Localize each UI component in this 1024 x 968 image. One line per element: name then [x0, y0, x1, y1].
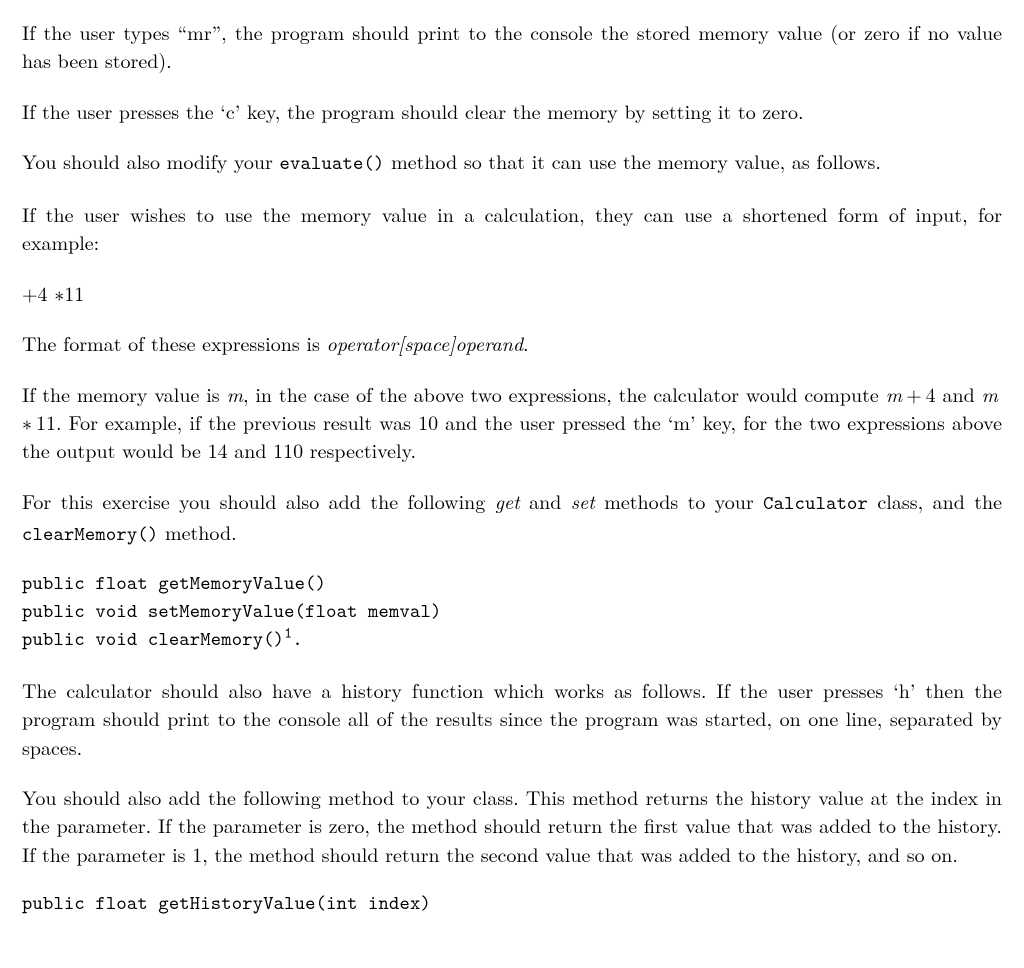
- math-op: + 4: [902, 379, 936, 408]
- text: If the user types “mr”, the program shou…: [22, 17, 1002, 74]
- code-block-methods: public float getMemoryValue() public voi…: [22, 570, 1002, 653]
- text: If the memory value is: [22, 379, 227, 408]
- math-var-m: m: [886, 379, 902, 408]
- format-italic: operator[space]operand: [327, 328, 524, 357]
- code-inline-clearmemory: clearMemory(): [22, 521, 158, 547]
- code-text: public void clearMemory(): [22, 626, 284, 652]
- paragraph-memory-example: If the memory value is m, in the case of…: [22, 380, 1002, 465]
- italic-get: get: [495, 486, 520, 515]
- paragraph-shortform: If the user wishes to use the memory val…: [22, 200, 1002, 257]
- text: If the user wishes to use the memory val…: [22, 199, 1002, 256]
- example-expressions: +4 ∗11: [22, 279, 1002, 307]
- code-line: public void setMemoryValue(float memval): [22, 598, 1002, 626]
- paragraph-format: The format of these expressions is opera…: [22, 329, 1002, 357]
- italic-set: set: [571, 486, 595, 515]
- paragraph-mr: If the user types “mr”, the program shou…: [22, 18, 1002, 75]
- expression-line-2: ∗11: [54, 278, 84, 307]
- code-inline-evaluate: evaluate(): [280, 150, 385, 176]
- paragraph-getset: For this exercise you should also add th…: [22, 487, 1002, 549]
- text: The calculator should also have a histor…: [22, 675, 1002, 761]
- text: . For example, if the previous result wa…: [22, 407, 1002, 464]
- math-var-m: m: [227, 379, 243, 408]
- text: , in the case of the above two expressio…: [243, 379, 886, 408]
- text: You should also modify your: [22, 146, 280, 175]
- text: If the user presses the ‘c’ key, the pro…: [22, 96, 804, 125]
- code-line: public float getMemoryValue(): [22, 570, 1002, 598]
- code-line: public float getHistoryValue(int index): [22, 890, 1002, 918]
- text: class, and the: [868, 486, 1002, 515]
- expression-line-1: +4: [22, 278, 48, 307]
- paragraph-evaluate: You should also modify your evaluate() m…: [22, 147, 1002, 178]
- text: methods to your: [595, 486, 763, 515]
- text: For this exercise you should also add th…: [22, 486, 495, 515]
- text: method so that it can use the memory val…: [384, 146, 881, 175]
- paragraph-history-method: You should also add the following method…: [22, 783, 1002, 868]
- text: The format of these expressions is: [22, 328, 327, 357]
- text: and: [520, 486, 571, 515]
- code-block-history: public float getHistoryValue(int index): [22, 890, 1002, 918]
- text: .: [523, 328, 529, 357]
- text: You should also add the following method…: [22, 782, 1002, 868]
- paragraph-history: The calculator should also have a histor…: [22, 676, 1002, 761]
- code-text: .: [292, 626, 303, 652]
- math-var-m: m: [982, 379, 998, 408]
- paragraph-c-key: If the user presses the ‘c’ key, the pro…: [22, 97, 1002, 125]
- code-line: public void clearMemory()1.: [22, 626, 1002, 654]
- text: and: [936, 379, 982, 408]
- code-inline-calculator: Calculator: [763, 490, 868, 516]
- text: method.: [158, 517, 236, 546]
